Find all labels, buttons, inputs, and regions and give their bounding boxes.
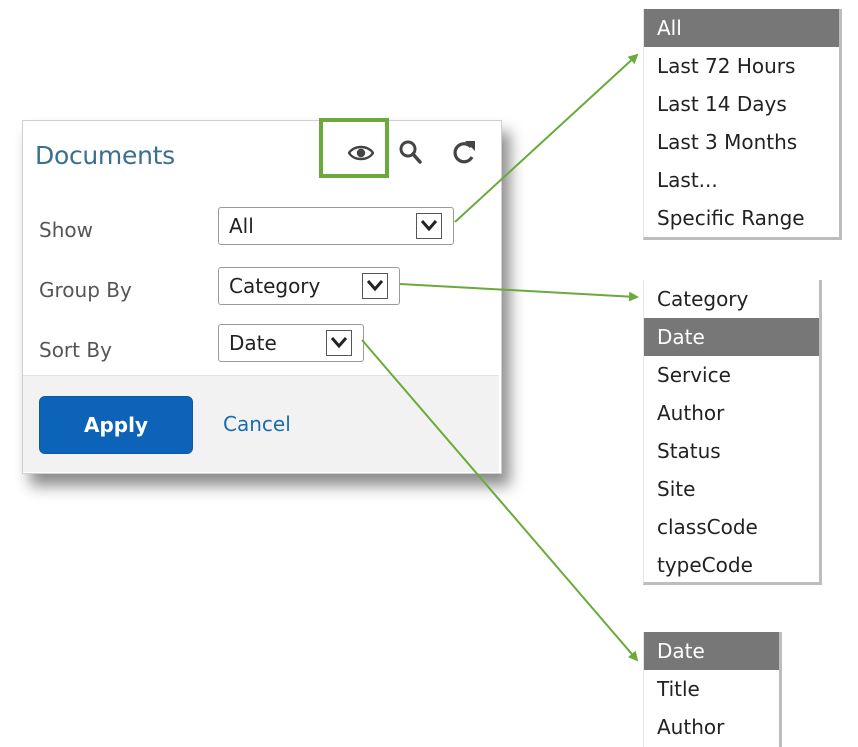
dropdown-option[interactable]: Date <box>644 632 779 670</box>
dropdown-option[interactable]: Last 72 Hours <box>644 47 839 85</box>
dropdown-option[interactable]: typeCode <box>644 546 819 582</box>
dropdown-option[interactable]: Category <box>644 280 819 318</box>
dropdown-option[interactable]: Last 3 Months <box>644 123 839 161</box>
dropdown-option[interactable]: Author <box>644 394 819 432</box>
group-by-arrow <box>399 283 639 302</box>
sort-by-options-list: Date Title Author <box>643 632 782 747</box>
dropdown-option[interactable]: All <box>644 9 839 47</box>
show-arrow <box>454 53 639 223</box>
dropdown-option[interactable]: Status <box>644 432 819 470</box>
dropdown-option[interactable]: Title <box>644 670 779 708</box>
dropdown-option[interactable]: Site <box>644 470 819 508</box>
dropdown-option[interactable]: Date <box>644 318 819 356</box>
dropdown-option[interactable]: Specific Range <box>644 199 839 237</box>
dropdown-option[interactable]: Last 14 Days <box>644 85 839 123</box>
dropdown-option[interactable]: Service <box>644 356 819 394</box>
dropdown-option[interactable]: classCode <box>644 508 819 546</box>
dropdown-option[interactable]: Last... <box>644 161 839 199</box>
dropdown-option[interactable]: Author <box>644 708 779 746</box>
sort-by-arrow <box>361 339 639 662</box>
group-by-options-list: Category Date Service Author Status Site class… <box>643 280 822 585</box>
show-options-list: All Last 72 Hours Last 14 Days Last 3 Month… <box>643 9 842 240</box>
